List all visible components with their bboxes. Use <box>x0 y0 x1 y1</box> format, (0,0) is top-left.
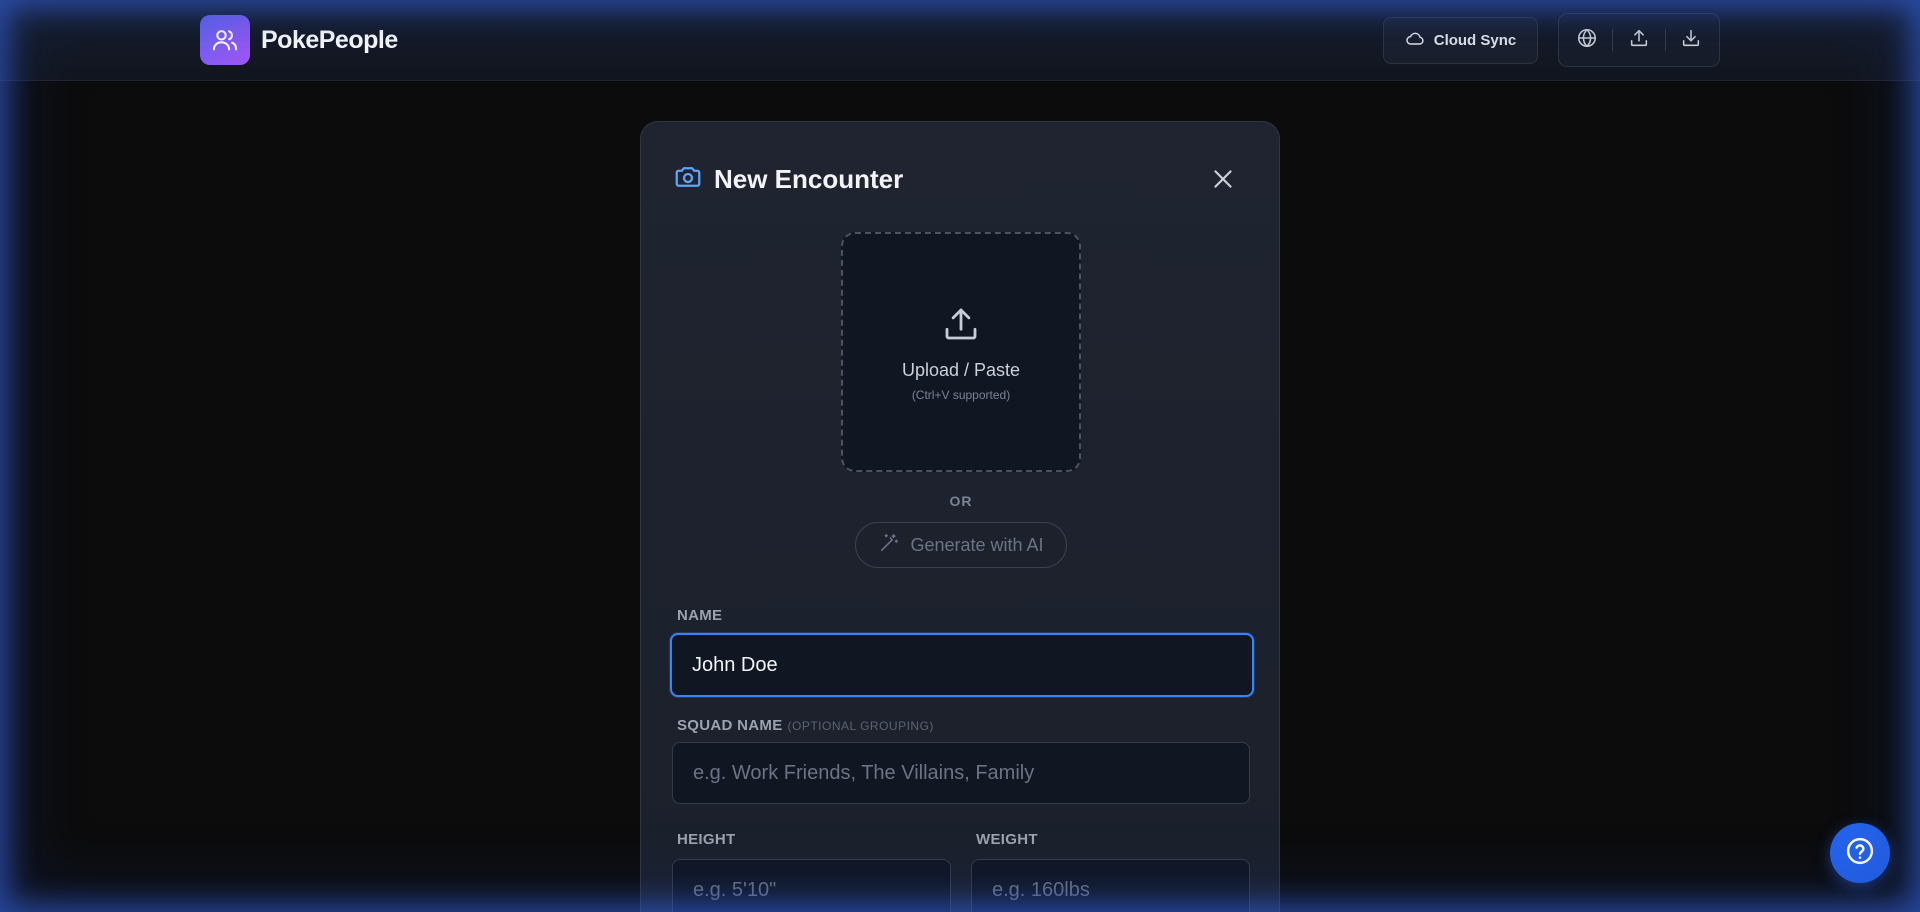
close-icon <box>1210 166 1236 197</box>
new-encounter-modal: New Encounter Upload / Paste (Ctrl+V sup… <box>640 121 1280 912</box>
height-input[interactable] <box>672 859 951 912</box>
language-button[interactable] <box>1569 22 1605 58</box>
brand-name: PokePeople <box>261 25 398 54</box>
generate-label: Generate with AI <box>910 534 1044 555</box>
cloud-icon <box>1405 29 1425 53</box>
users-icon <box>200 15 250 65</box>
app-root: PokePeople Cloud Sync New Encounter Uplo… <box>0 0 1920 912</box>
globe-icon <box>1576 27 1598 54</box>
upload-hint: (Ctrl+V supported) <box>911 387 1011 402</box>
name-label: NAME <box>677 607 722 624</box>
cloud-sync-label: Cloud Sync <box>1433 32 1517 49</box>
height-label: HEIGHT <box>677 831 735 848</box>
squad-label-text: SQUAD NAME <box>677 717 783 734</box>
squad-name-input[interactable] <box>672 742 1250 804</box>
weight-input[interactable] <box>971 859 1250 912</box>
height-label-text: HEIGHT <box>677 831 736 848</box>
brand[interactable]: PokePeople <box>200 15 398 65</box>
help-button[interactable] <box>1830 823 1890 883</box>
import-button[interactable] <box>1673 22 1709 58</box>
upload-label: Upload / Paste <box>901 359 1021 380</box>
magic-wand-icon <box>878 532 900 559</box>
photo-upload-dropzone[interactable]: Upload / Paste (Ctrl+V supported) <box>841 232 1081 472</box>
name-label-text: NAME <box>677 607 723 624</box>
squad-label-note: (OPTIONAL GROUPING) <box>787 719 934 733</box>
help-icon <box>1845 836 1875 871</box>
export-button[interactable] <box>1621 22 1657 58</box>
upload-icon <box>940 303 982 350</box>
camera-icon <box>673 162 703 197</box>
cloud-sync-button[interactable]: Cloud Sync <box>1383 17 1538 64</box>
toolbar-group <box>1558 13 1720 67</box>
download-icon <box>1680 27 1702 54</box>
modal-header: New Encounter <box>673 162 903 197</box>
upload-icon <box>1628 27 1650 54</box>
or-divider-text: OR <box>949 493 973 509</box>
generate-with-ai-button[interactable]: Generate with AI <box>855 522 1067 568</box>
close-button[interactable] <box>1206 164 1240 198</box>
squad-name-label: SQUAD NAME (OPTIONAL GROUPING) <box>677 717 934 734</box>
weight-label: WEIGHT <box>976 831 1038 848</box>
toolbar-divider <box>1664 29 1666 51</box>
toolbar-divider <box>1612 29 1614 51</box>
top-header: PokePeople Cloud Sync <box>0 0 1920 81</box>
modal-title: New Encounter <box>714 164 904 194</box>
weight-label-text: WEIGHT <box>976 831 1038 848</box>
name-input[interactable] <box>670 633 1254 697</box>
